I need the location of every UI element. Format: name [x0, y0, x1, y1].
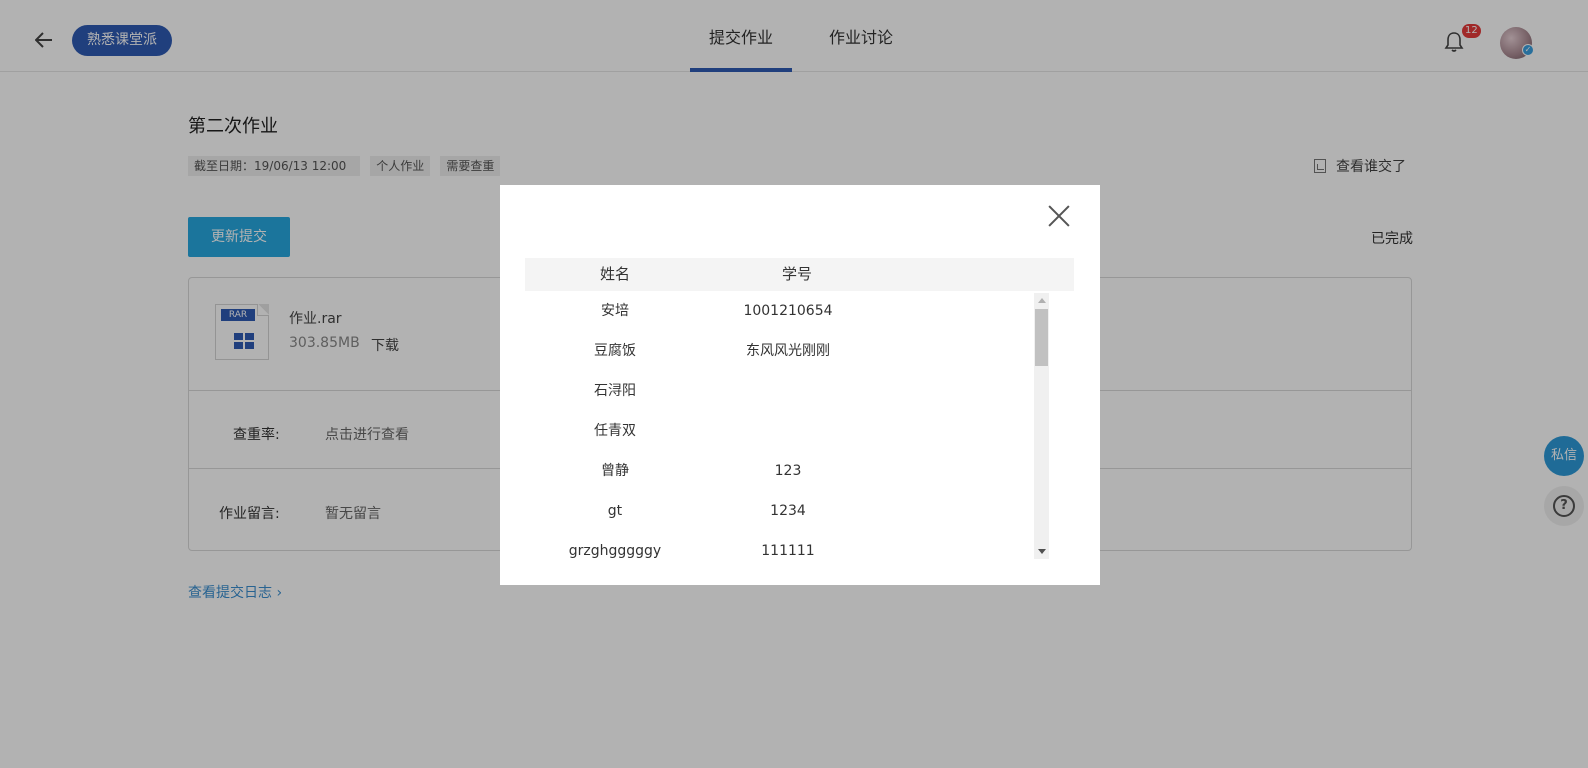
table-row: grzghgggggy 111111 — [525, 531, 1055, 561]
table-row: 豆腐饭 东风风光刚刚 — [525, 331, 1055, 371]
table-header: 姓名 学号 — [525, 258, 1074, 291]
cell-student-id: 1234 — [770, 503, 806, 519]
cell-name: 石浔阳 — [594, 383, 636, 399]
column-student-id-header: 学号 — [782, 265, 813, 283]
table-row: 安培 1001210654 — [525, 291, 1055, 331]
cell-student-id — [713, 371, 863, 411]
cell-student-id — [713, 411, 863, 451]
cell-name: gt — [607, 503, 623, 519]
cell-student-id: 1001210654 — [743, 303, 833, 319]
cell-name: 曾静 — [601, 463, 629, 479]
table-row: 任青双 — [525, 411, 1055, 451]
table-body: 安培 1001210654 豆腐饭 东风风光刚刚 石浔阳 任青双 曾静 123 … — [525, 291, 1074, 561]
table-row: gt 1234 — [525, 491, 1055, 531]
scroll-down-arrow-icon[interactable] — [1038, 549, 1046, 554]
column-name-header: 姓名 — [600, 265, 631, 283]
cell-name: 任青双 — [594, 423, 636, 439]
cell-student-id: 111111 — [761, 543, 815, 559]
table-row: 曾静 123 — [525, 451, 1055, 491]
close-icon[interactable] — [1048, 205, 1070, 227]
scroll-up-arrow-icon[interactable] — [1038, 298, 1046, 303]
submitters-modal: 姓名 学号 安培 1001210654 豆腐饭 东风风光刚刚 石浔阳 任青双 曾… — [500, 185, 1100, 585]
cell-student-id: 东风风光刚刚 — [746, 343, 830, 359]
cell-student-id: 123 — [774, 463, 802, 479]
cell-name: 豆腐饭 — [594, 343, 636, 359]
cell-name: 安培 — [601, 303, 629, 319]
cell-name: grzghgggggy — [568, 543, 662, 559]
scrollbar-thumb[interactable] — [1035, 309, 1048, 366]
vertical-scrollbar[interactable] — [1034, 293, 1049, 559]
table-row: 石浔阳 — [525, 371, 1055, 411]
